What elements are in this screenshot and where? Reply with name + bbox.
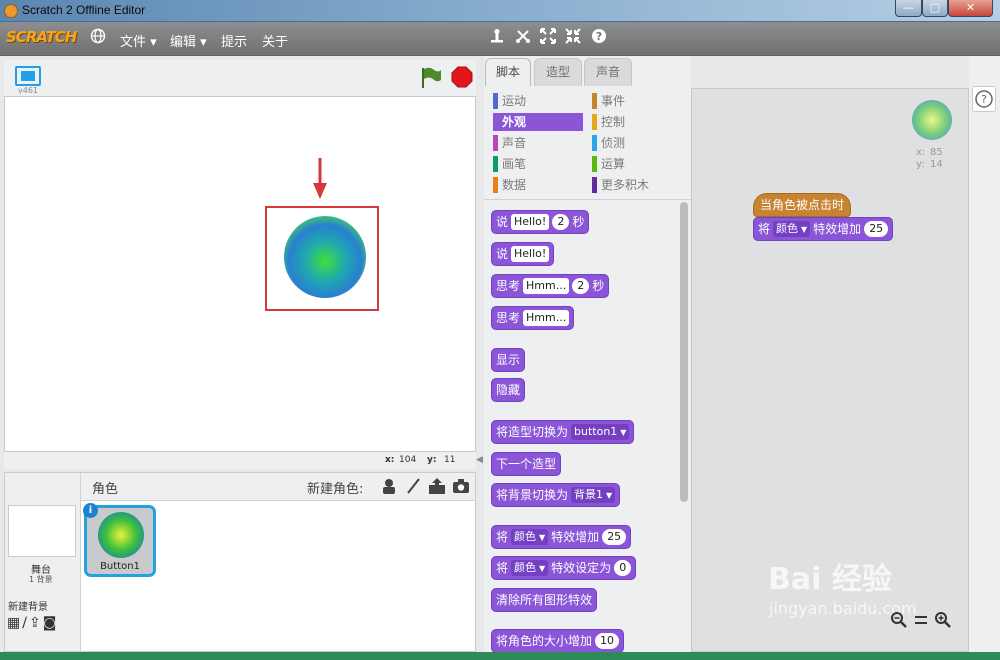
stage-column: 舞台 1 背景 新建背景 ▦ ∕ ⇪ ◙ <box>5 473 81 651</box>
menu-edit[interactable]: 编辑 ▾ <box>170 31 207 50</box>
category-sound[interactable]: 声音 <box>493 134 583 152</box>
block-set-effect[interactable]: 将颜色 ▼ 特效设定为 0 <box>491 556 637 580</box>
tab-costumes[interactable]: 造型 <box>534 58 582 86</box>
window-title: Scratch 2 Offline Editor <box>22 3 146 17</box>
close-button[interactable]: ✕ <box>948 0 993 17</box>
block-think[interactable]: 思考 Hmm... <box>491 306 575 330</box>
arrow-annotation <box>313 158 327 199</box>
sprite-paint-icon[interactable] <box>404 477 422 497</box>
category-events[interactable]: 事件 <box>592 92 682 110</box>
stage-thumbnail[interactable] <box>8 505 76 557</box>
svg-text:?: ? <box>981 93 987 106</box>
sprite-y-label: y: <box>916 159 925 170</box>
category-data[interactable]: 数据 <box>493 176 583 194</box>
stage-header: v461 <box>4 60 476 96</box>
cut-icon[interactable] <box>513 28 533 48</box>
app-icon <box>4 4 18 18</box>
category-sensing[interactable]: 侦测 <box>592 134 682 152</box>
menu-about[interactable]: 关于 <box>262 31 288 50</box>
block-show[interactable]: 显示 <box>491 348 526 372</box>
tips-help-icon[interactable]: ? <box>972 86 996 112</box>
block-list: 说 Hello! 2 秒 说 Hello! 思考 Hmm... 2 秒 思考 Hmm... 显示… <box>484 202 691 652</box>
grow-icon[interactable] <box>538 28 558 48</box>
maximize-button[interactable]: □ <box>922 0 948 17</box>
block-clear-effects[interactable]: 清除所有图形特效 <box>491 588 598 612</box>
backdrop-paint-icon[interactable]: ∕ <box>22 615 27 633</box>
presentation-mode-icon[interactable] <box>15 66 41 86</box>
zoom-in-icon[interactable] <box>934 611 952 629</box>
block-change-effect[interactable]: 将颜色 ▼ 特效增加 25 <box>491 525 632 549</box>
palette-tabs: 脚本 造型 声音 <box>484 56 691 86</box>
right-edge: ? <box>969 56 1000 652</box>
baidu-watermark: Bai 经验 <box>768 562 892 597</box>
backdrop-upload-icon[interactable]: ⇪ <box>29 615 41 633</box>
help-icon[interactable]: ? <box>589 28 609 48</box>
backdrop-camera-icon[interactable]: ◙ <box>43 615 57 633</box>
stage-canvas[interactable] <box>4 96 476 452</box>
new-sprite-label: 新建角色: <box>307 482 364 497</box>
sprite-pane: 舞台 1 背景 新建背景 ▦ ∕ ⇪ ◙ 角色 新建角色: Button1 i <box>4 472 476 652</box>
sprite-y-value: 14 <box>930 159 943 170</box>
hat-block-sprite-clicked[interactable]: 当角色被点击时 <box>753 193 852 217</box>
scratch-logo[interactable]: SCRATCH <box>6 28 77 46</box>
tab-sounds[interactable]: 声音 <box>584 58 632 86</box>
block-say[interactable]: 说 Hello! <box>491 242 555 266</box>
sprite-header: 角色 新建角色: <box>81 473 475 501</box>
tab-scripts[interactable]: 脚本 <box>485 58 531 86</box>
globe-icon[interactable] <box>88 28 108 48</box>
title-bar: Scratch 2 Offline Editor — □ ✕ <box>0 0 1000 22</box>
mouse-x-label: x: <box>385 455 395 465</box>
sprite-info-icon[interactable]: i <box>83 503 98 518</box>
mouse-coordinates: x: 104 y: 11 <box>4 452 476 470</box>
block-think-for-secs[interactable]: 思考 Hmm... 2 秒 <box>491 274 610 298</box>
sprites-title: 角色 <box>92 482 119 497</box>
menu-bar: SCRATCH 文件 ▾ 编辑 ▾ 提示 关于 ? <box>0 22 1000 56</box>
category-motion[interactable]: 运动 <box>493 92 583 110</box>
category-more-blocks[interactable]: 更多积木 <box>592 176 682 194</box>
green-flag-icon[interactable] <box>420 66 442 90</box>
backdrop-library-icon[interactable]: ▦ <box>7 615 20 633</box>
category-pen[interactable]: 画笔 <box>493 155 583 173</box>
stop-icon[interactable] <box>451 66 473 88</box>
mouse-y-label: y: <box>427 455 437 465</box>
sprite-library-icon[interactable] <box>380 477 398 497</box>
script-area[interactable]: x: 85 y: 14 当角色被点击时 将颜色 ▼ 特效增加 25 Bai 经验 ji… <box>691 88 969 652</box>
sprite-upload-icon[interactable] <box>428 477 446 497</box>
mouse-x-value: 104 <box>399 455 417 465</box>
block-palette: 脚本 造型 声音 运动 事件 外观 控制 声音 侦测 画笔 运算 数据 更多积木… <box>484 56 691 652</box>
svg-text:?: ? <box>596 30 602 43</box>
block-next-costume[interactable]: 下一个造型 <box>491 452 562 476</box>
sprite-camera-icon[interactable] <box>452 477 470 497</box>
new-backdrop-label: 新建背景 <box>8 602 48 613</box>
zoom-reset-icon[interactable] <box>912 611 930 629</box>
category-control[interactable]: 控制 <box>592 113 682 131</box>
menu-file[interactable]: 文件 ▾ <box>120 31 157 50</box>
sprite-ball[interactable] <box>284 216 366 298</box>
category-looks[interactable]: 外观 <box>493 113 583 131</box>
block-switch-backdrop[interactable]: 将背景切换为 背景1 ▼ <box>491 483 621 507</box>
palette-scrollbar[interactable] <box>680 202 688 502</box>
sprite-x-value: 85 <box>930 147 943 158</box>
block-say-for-secs[interactable]: 说 Hello! 2 秒 <box>491 210 590 234</box>
mouse-y-value: 11 <box>444 455 456 465</box>
version-label: v461 <box>18 86 39 95</box>
block-categories: 运动 事件 外观 控制 声音 侦测 画笔 运算 数据 更多积木 <box>484 90 691 200</box>
block-hide[interactable]: 隐藏 <box>491 378 526 402</box>
sprite-thumbnail <box>912 100 952 140</box>
zoom-out-icon[interactable] <box>890 611 908 629</box>
bottom-taskbar-strip <box>0 652 1000 660</box>
menu-tips[interactable]: 提示 <box>221 31 247 50</box>
category-operators[interactable]: 运算 <box>592 155 682 173</box>
script-block-change-effect[interactable]: 将颜色 ▼ 特效增加 25 <box>753 217 894 241</box>
block-change-size[interactable]: 将角色的大小增加 10 <box>491 629 625 652</box>
minimize-button[interactable]: — <box>895 0 922 17</box>
stage-backdrop-count: 1 背景 <box>29 575 53 584</box>
sprite-name: Button1 <box>100 561 140 572</box>
duplicate-icon[interactable] <box>487 28 507 48</box>
block-switch-costume[interactable]: 将造型切换为 button1 ▼ <box>491 420 635 444</box>
shrink-icon[interactable] <box>563 28 583 48</box>
collapse-arrow-icon[interactable]: ◀ <box>476 455 484 467</box>
sprite-x-label: x: <box>916 147 926 158</box>
